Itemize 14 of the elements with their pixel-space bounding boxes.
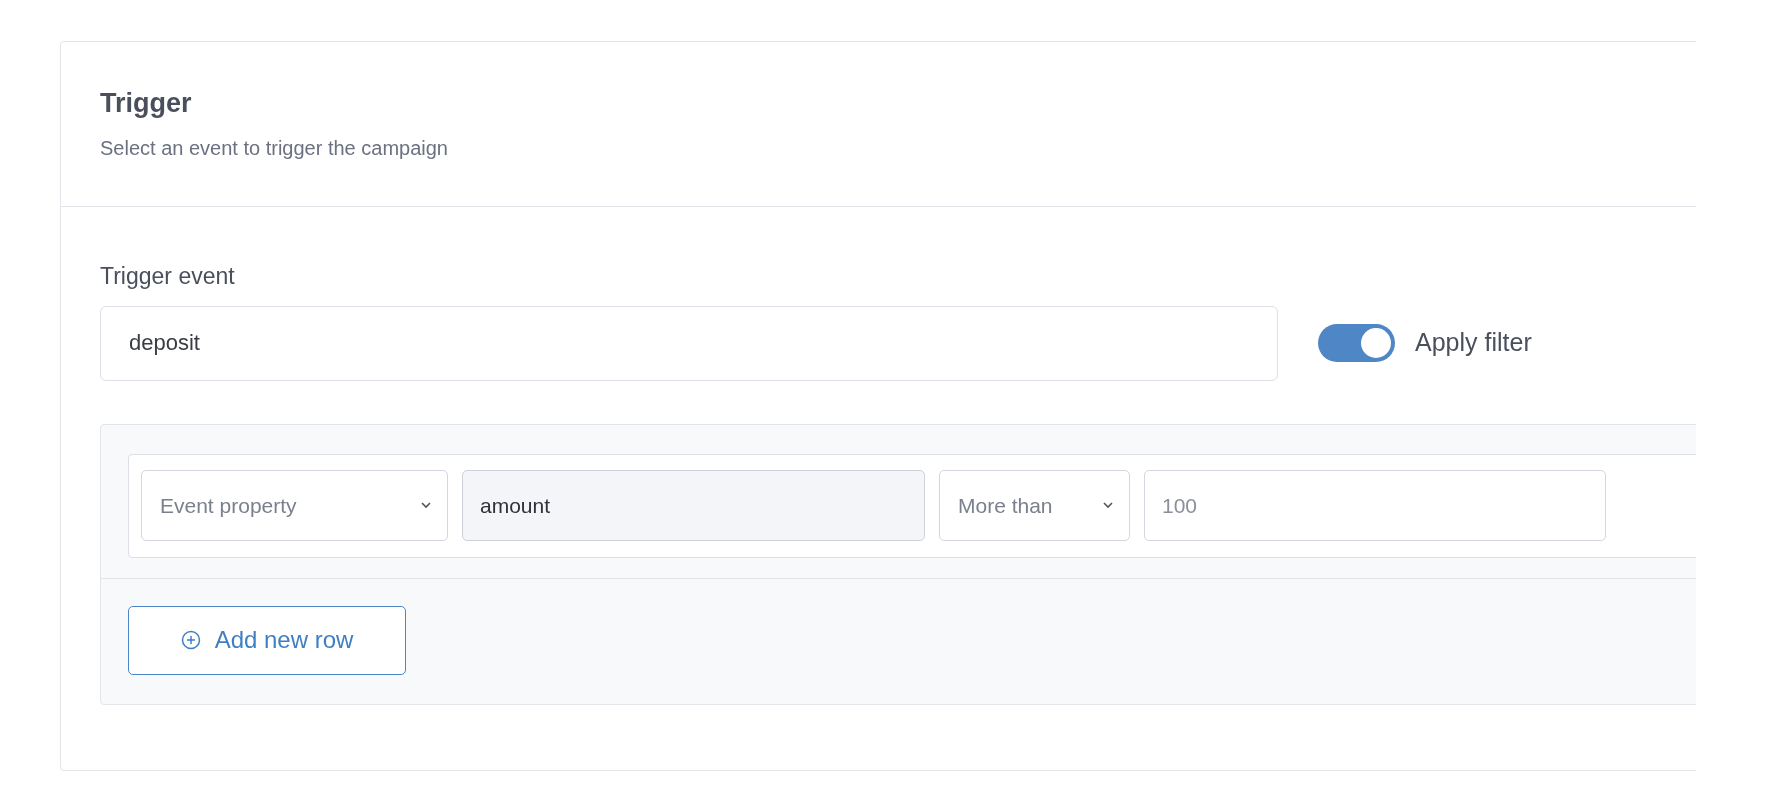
- chevron-down-icon: [1103, 502, 1113, 509]
- input-field[interactable]: amount: [462, 470, 925, 541]
- card-title: Trigger: [100, 87, 193, 120]
- plus-circle-icon: [180, 630, 201, 650]
- trigger-event-field[interactable]: deposit: [100, 305, 1278, 381]
- add-new-row-button[interactable]: Add new row: [128, 605, 406, 675]
- dropdown[interactable]: More than: [939, 470, 1130, 541]
- card-subtitle: Select an event to trigger the campaign: [100, 135, 449, 161]
- dropdown[interactable]: Event property: [141, 470, 448, 541]
- input-field[interactable]: 100: [1144, 470, 1606, 541]
- field-label: Trigger event: [100, 262, 236, 291]
- apply-filter-label: Apply filter: [1415, 327, 1532, 359]
- chevron-down-icon: [421, 502, 431, 509]
- apply-filter-toggle[interactable]: [1318, 324, 1395, 362]
